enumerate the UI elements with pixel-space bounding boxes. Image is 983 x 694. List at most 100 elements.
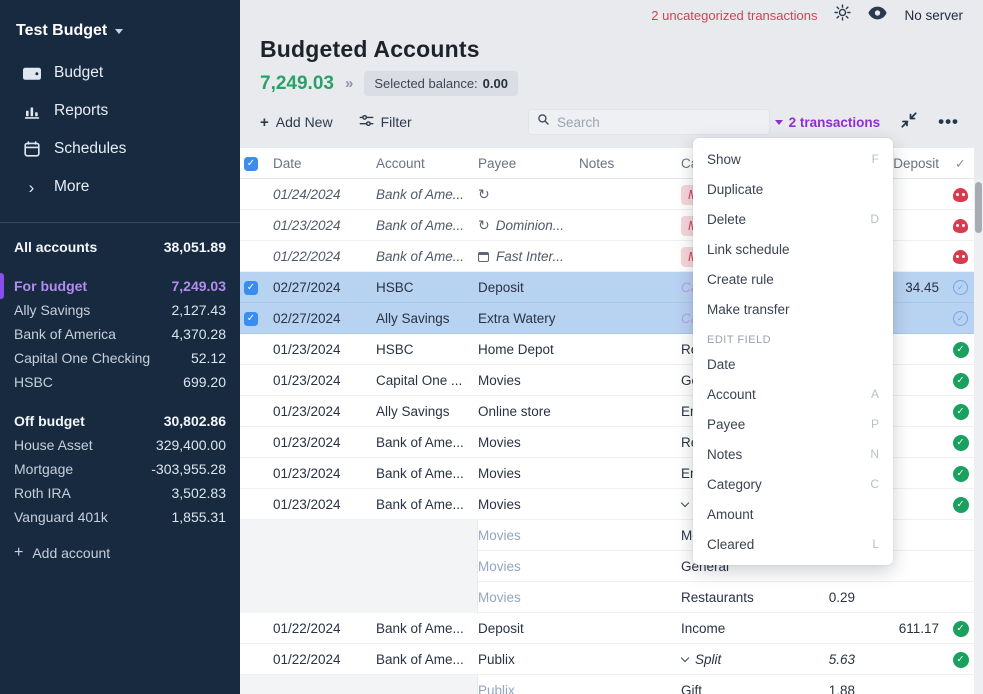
cleared-check-icon[interactable]: ✓ (953, 652, 969, 668)
sidebar-account-item[interactable]: Roth IRA3,502.83 (14, 481, 226, 505)
notes-cell[interactable] (579, 582, 681, 613)
menu-item-payee[interactable]: PayeeP (693, 409, 893, 439)
sidebar-account-item[interactable]: Vanguard 401k1,855.31 (14, 505, 226, 529)
transaction-row[interactable]: PublixGift1.88 (240, 675, 974, 694)
notes-cell[interactable] (579, 241, 681, 272)
menu-item-category[interactable]: CategoryC (693, 469, 893, 499)
category-cell[interactable]: Gift (681, 675, 787, 694)
account-cell[interactable]: Bank of Ame... (376, 613, 478, 644)
row-checkbox[interactable] (240, 365, 273, 396)
payee-cell[interactable]: Extra Watery (478, 303, 579, 334)
cleared-cell[interactable]: ✓ (947, 613, 974, 644)
account-cell[interactable] (376, 582, 478, 613)
payee-cell[interactable]: Movies (478, 458, 579, 489)
cleared-cell[interactable] (947, 241, 974, 272)
select-all-checkbox[interactable]: ✓ (240, 148, 273, 179)
payment-cell[interactable]: 1.88 (787, 675, 861, 694)
cleared-check-icon[interactable]: ✓ (953, 435, 969, 451)
sidebar-account-item[interactable]: Capital One Checking52.12 (14, 346, 226, 370)
menu-item-create-rule[interactable]: Create rule (693, 264, 893, 294)
pending-check-icon[interactable]: ✓ (953, 311, 968, 326)
cleared-cell[interactable]: ✓ (947, 644, 974, 675)
sidebar-item-reports[interactable]: Reports (0, 92, 240, 130)
date-cell[interactable]: 01/23/2024 (273, 489, 376, 520)
category-cell[interactable]: Income (681, 613, 787, 644)
payee-cell[interactable]: Deposit (478, 272, 579, 303)
cleared-check-icon[interactable]: ✓ (953, 342, 969, 358)
date-cell[interactable]: 01/22/2024 (273, 613, 376, 644)
menu-item-cleared[interactable]: ClearedL (693, 529, 893, 559)
pending-check-icon[interactable]: ✓ (953, 280, 968, 295)
transaction-row[interactable]: 01/22/2024Bank of Ame...PublixSplit5.63✓ (240, 644, 974, 675)
menu-item-show[interactable]: ShowF (693, 144, 893, 174)
total-balance[interactable]: 7,249.03 (260, 73, 334, 95)
deposit-cell[interactable] (861, 644, 947, 675)
transaction-row[interactable]: 01/22/2024Bank of Ame...DepositIncome611… (240, 613, 974, 644)
overdue-schedule-icon[interactable] (953, 219, 968, 233)
payee-cell[interactable]: Movies (478, 551, 579, 582)
cleared-cell[interactable] (947, 179, 974, 210)
notes-cell[interactable] (579, 644, 681, 675)
row-checkbox[interactable] (240, 613, 273, 644)
account-cell[interactable] (376, 520, 478, 551)
collapse-icon[interactable] (900, 111, 918, 134)
menu-item-make-transfer[interactable]: Make transfer (693, 294, 893, 324)
date-cell[interactable]: 01/23/2024 (273, 458, 376, 489)
payee-cell[interactable]: Publix (478, 644, 579, 675)
notes-cell[interactable] (579, 458, 681, 489)
sidebar-account-item[interactable]: HSBC699.20 (14, 370, 226, 394)
account-cell[interactable]: Bank of Ame... (376, 644, 478, 675)
menu-item-amount[interactable]: Amount (693, 499, 893, 529)
column-header-account[interactable]: Account (376, 148, 478, 179)
payee-cell[interactable]: Movies (478, 520, 579, 551)
expand-balance-arrow[interactable]: » (345, 75, 353, 92)
filter-button[interactable]: Filter (359, 114, 412, 130)
row-checkbox[interactable]: ✓ (240, 303, 273, 334)
account-cell[interactable]: Bank of Ame... (376, 241, 478, 272)
account-cell[interactable]: Ally Savings (376, 303, 478, 334)
cleared-cell[interactable]: ✓ (947, 396, 974, 427)
menu-item-duplicate[interactable]: Duplicate (693, 174, 893, 204)
notes-cell[interactable] (579, 613, 681, 644)
row-checkbox[interactable] (240, 458, 273, 489)
deposit-cell[interactable]: 611.17 (861, 613, 947, 644)
notes-cell[interactable] (579, 675, 681, 694)
account-cell[interactable]: Capital One ... (376, 365, 478, 396)
cleared-cell[interactable]: ✓ (947, 334, 974, 365)
payee-cell[interactable]: Movies (478, 489, 579, 520)
payee-cell[interactable]: Online store (478, 396, 579, 427)
cleared-check-icon[interactable]: ✓ (953, 466, 969, 482)
row-checkbox[interactable] (240, 582, 273, 613)
payee-cell[interactable]: Movies (478, 365, 579, 396)
date-cell[interactable]: 01/22/2024 (273, 241, 376, 272)
add-new-button[interactable]: + Add New (260, 114, 333, 131)
row-checkbox[interactable] (240, 551, 273, 582)
cleared-cell[interactable]: ✓ (947, 365, 974, 396)
selection-count-dropdown[interactable]: 2 transactions (775, 115, 881, 130)
notes-cell[interactable] (579, 210, 681, 241)
cleared-cell[interactable]: ✓ (947, 303, 974, 334)
date-cell[interactable] (273, 551, 376, 582)
date-cell[interactable] (273, 675, 376, 694)
sidebar-account-item[interactable]: Bank of America4,370.28 (14, 322, 226, 346)
uncategorized-warning[interactable]: 2 uncategorized transactions (651, 8, 817, 23)
date-cell[interactable]: 01/24/2024 (273, 179, 376, 210)
search-input[interactable] (557, 115, 747, 130)
notes-cell[interactable] (579, 272, 681, 303)
notes-cell[interactable] (579, 179, 681, 210)
row-checkbox[interactable] (240, 520, 273, 551)
column-header-date[interactable]: Date (273, 148, 376, 179)
sidebar-account-item[interactable]: House Asset329,400.00 (14, 433, 226, 457)
cleared-cell[interactable]: ✓ (947, 458, 974, 489)
date-cell[interactable]: 01/23/2024 (273, 334, 376, 365)
off-budget-item[interactable]: Off budget 30,802.86 (14, 409, 226, 433)
menu-item-notes[interactable]: NotesN (693, 439, 893, 469)
theme-toggle-sun-icon[interactable] (834, 4, 851, 26)
row-checkbox[interactable] (240, 396, 273, 427)
cleared-cell[interactable] (947, 210, 974, 241)
cleared-check-icon[interactable]: ✓ (953, 497, 969, 513)
add-account-button[interactable]: + Add account (14, 544, 240, 562)
account-cell[interactable]: HSBC (376, 334, 478, 365)
row-checkbox[interactable] (240, 210, 273, 241)
cleared-cell[interactable] (947, 582, 974, 613)
